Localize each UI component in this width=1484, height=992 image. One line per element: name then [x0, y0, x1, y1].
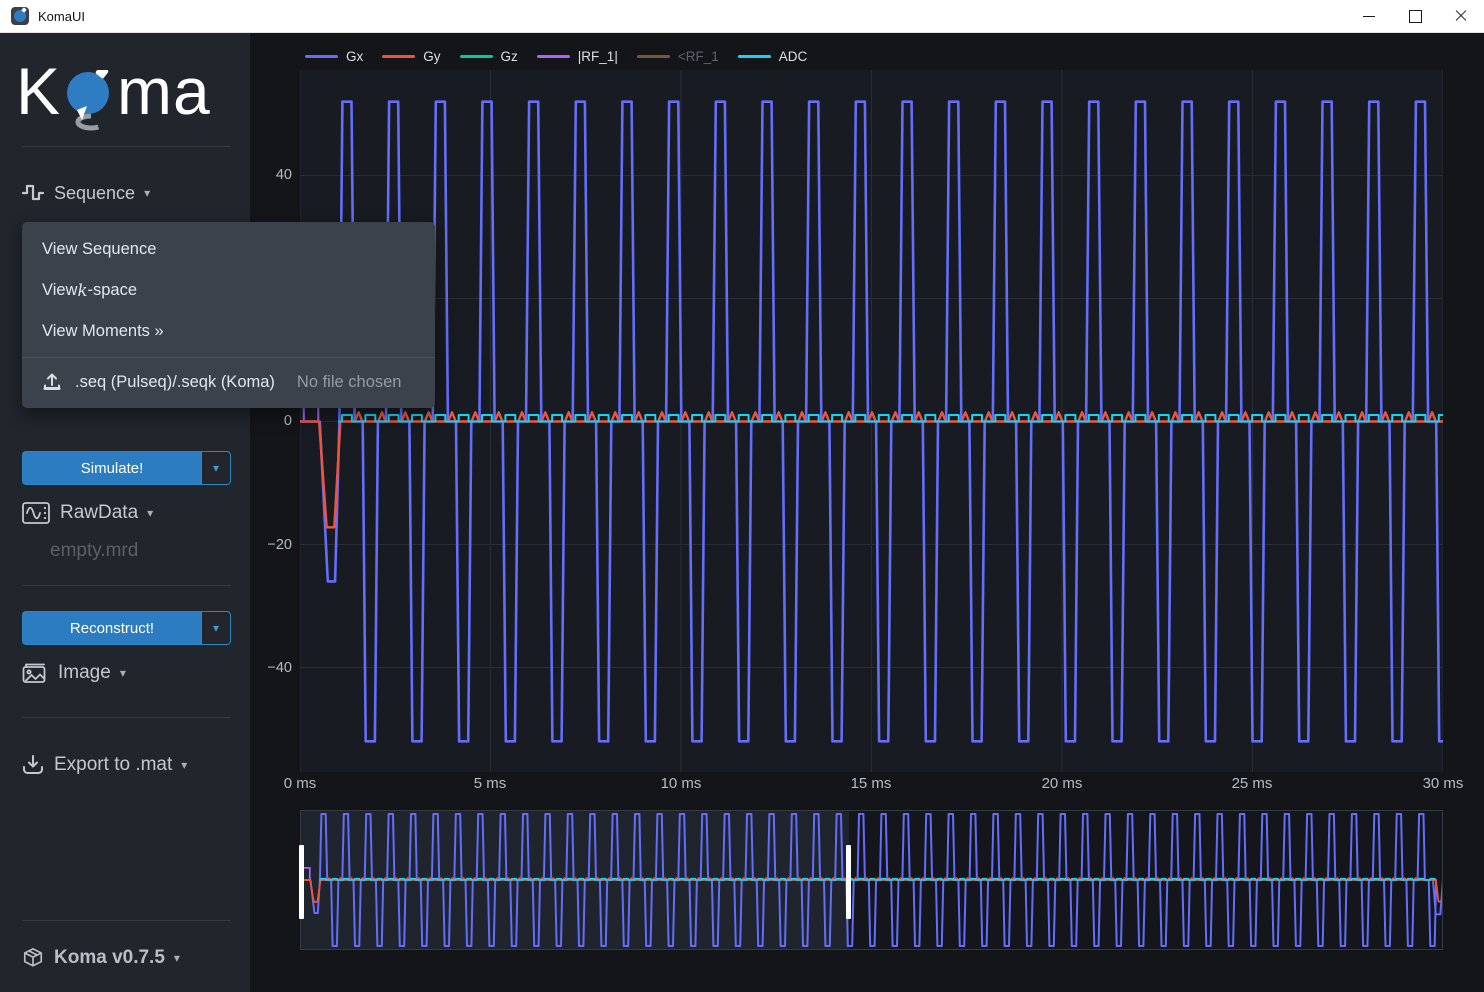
range-slider[interactable]: [300, 810, 1443, 950]
range-slider-handle-left[interactable]: [299, 845, 304, 919]
legend-label: ADC: [779, 49, 808, 64]
legend-item-gz[interactable]: Gz: [460, 49, 518, 64]
x-tick-label: 20 ms: [1042, 775, 1083, 792]
legend-label: <RF_1: [678, 49, 719, 64]
sequence-menu-toggle[interactable]: Sequence ▾: [22, 178, 150, 208]
package-icon: [22, 947, 44, 969]
image-menu-toggle[interactable]: Image ▾: [22, 658, 126, 688]
y-tick-label: −40: [252, 660, 292, 676]
export-mat-menu-toggle[interactable]: Export to .mat ▾: [22, 750, 187, 780]
x-tick-label: 25 ms: [1232, 775, 1273, 792]
menu-item-view-kspace[interactable]: View k-space: [22, 270, 435, 311]
range-slider-plot: [301, 811, 1442, 949]
koma-logo: K ma: [16, 48, 211, 134]
legend-swatch: [537, 55, 570, 58]
upload-icon: [42, 372, 62, 392]
legend-swatch: [305, 55, 338, 58]
legend-label: |RF_1|: [578, 49, 618, 64]
export-label: Export to .mat: [54, 754, 172, 776]
scope-icon: [22, 502, 50, 524]
window-title: KomaUI: [38, 9, 85, 24]
legend-label: Gz: [501, 49, 518, 64]
download-icon: [22, 754, 44, 776]
menu-item-label: -space: [87, 281, 137, 300]
sequence-label: Sequence: [54, 183, 135, 204]
legend-item-rf-phase[interactable]: <RF_1: [637, 49, 719, 64]
divider: [22, 920, 231, 921]
x-tick-label: 0 ms: [284, 775, 317, 792]
menu-item-label: View: [42, 281, 77, 300]
simulate-dropdown-toggle[interactable]: ▾: [201, 452, 230, 484]
chevron-down-icon: ▾: [181, 758, 187, 772]
legend-item-gx[interactable]: Gx: [305, 49, 363, 64]
image-icon: [22, 662, 48, 684]
x-tick-label: 15 ms: [851, 775, 892, 792]
logo-text-ma: ma: [117, 48, 211, 134]
rawdata-label: RawData: [60, 502, 138, 524]
menu-item-label: View Moments »: [42, 322, 164, 341]
legend-swatch: [460, 55, 493, 58]
minimize-icon: [1363, 16, 1375, 17]
close-icon: [1454, 9, 1468, 23]
divider: [22, 585, 231, 586]
menu-item-view-sequence[interactable]: View Sequence: [22, 229, 435, 270]
chevron-down-icon: ▾: [174, 951, 180, 965]
maximize-button[interactable]: [1392, 0, 1438, 32]
y-tick-label: 0: [252, 413, 292, 429]
sequence-dropdown-menu: View Sequence View k-space View Moments …: [22, 222, 435, 408]
legend-label: Gx: [346, 49, 363, 64]
menu-item-load-seq-file[interactable]: .seq (Pulseq)/.seqk (Koma) No file chose…: [22, 358, 435, 408]
app-icon: [11, 7, 29, 25]
plot-legend: Gx Gy Gz |RF_1| <RF_1 ADC: [305, 49, 807, 64]
maximize-icon: [1409, 10, 1422, 23]
logo-text-k: K: [16, 48, 61, 134]
x-tick-label: 5 ms: [474, 775, 507, 792]
legend-swatch: [637, 55, 670, 58]
legend-label: Gy: [423, 49, 440, 64]
y-tick-label: 40: [252, 167, 292, 183]
upload-label: .seq (Pulseq)/.seqk (Koma): [75, 373, 275, 392]
rawdata-menu-toggle[interactable]: RawData ▾: [22, 498, 153, 528]
menu-item-label: View Sequence: [42, 240, 156, 259]
rawdata-filename: empty.mrd: [50, 540, 138, 562]
sidebar: K ma Sequence ▾ Simulate! ▾: [0, 32, 250, 992]
chevron-down-icon: ▾: [120, 666, 126, 680]
y-tick-label: −20: [252, 537, 292, 553]
minimize-button[interactable]: [1346, 0, 1392, 32]
sequence-plot[interactable]: [300, 70, 1443, 772]
simulate-button[interactable]: Simulate! ▾: [22, 451, 231, 485]
close-button[interactable]: [1438, 0, 1484, 32]
divider: [22, 717, 231, 718]
titlebar: KomaUI: [0, 0, 1484, 33]
divider: [22, 146, 231, 147]
pulse-wave-icon: [22, 183, 44, 203]
reconstruct-dropdown-toggle[interactable]: ▾: [201, 612, 230, 644]
no-file-chosen-text: No file chosen: [297, 373, 402, 392]
legend-item-gy[interactable]: Gy: [382, 49, 440, 64]
app-window: KomaUI K ma Sequence ▾ S: [0, 0, 1484, 992]
reconstruct-button-label: Reconstruct!: [23, 612, 201, 644]
reconstruct-button[interactable]: Reconstruct! ▾: [22, 611, 231, 645]
menu-item-view-moments[interactable]: View Moments »: [22, 311, 435, 352]
legend-item-adc[interactable]: ADC: [738, 49, 808, 64]
logo-globe-icon: [64, 70, 116, 132]
range-slider-handle-right[interactable]: [846, 845, 851, 919]
image-label: Image: [58, 662, 111, 684]
chart-panel: Gx Gy Gz |RF_1| <RF_1 ADC 40 20 0 −20 −4…: [250, 32, 1484, 992]
simulate-button-label: Simulate!: [23, 452, 201, 484]
window-controls: [1346, 0, 1484, 32]
menu-item-label-k: k: [77, 281, 87, 300]
version-label: Koma v0.7.5: [54, 947, 165, 969]
x-tick-label: 30 ms: [1423, 775, 1464, 792]
legend-item-rf-mag[interactable]: |RF_1|: [537, 49, 618, 64]
version-menu-toggle[interactable]: Koma v0.7.5 ▾: [22, 943, 180, 973]
chevron-down-icon: ▾: [147, 506, 153, 520]
chevron-down-icon: ▾: [144, 186, 150, 200]
legend-swatch: [382, 55, 415, 58]
x-tick-label: 10 ms: [661, 775, 702, 792]
legend-swatch: [738, 55, 771, 58]
